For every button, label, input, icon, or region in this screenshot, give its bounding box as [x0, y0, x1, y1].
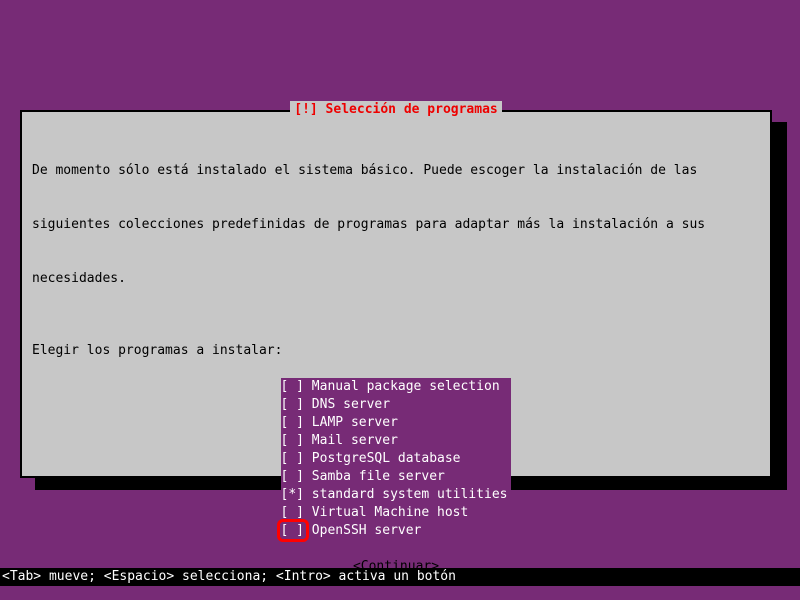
- intro-line: De momento sólo está instalado el sistem…: [32, 162, 760, 180]
- package-item[interactable]: [ ] Virtual Machine host: [281, 504, 512, 522]
- package-list[interactable]: [ ] Manual package selection [ ] DNS ser…: [281, 378, 512, 540]
- intro-line: siguientes colecciones predefinidas de p…: [32, 216, 760, 234]
- package-item[interactable]: [ ] Samba file server: [281, 468, 512, 486]
- dialog-title-wrap: [!] Selección de programas: [22, 101, 770, 119]
- package-list-wrap: [ ] Manual package selection [ ] DNS ser…: [32, 378, 760, 540]
- package-item[interactable]: [ ] PostgreSQL database: [281, 450, 512, 468]
- package-item[interactable]: [*] standard system utilities: [281, 486, 512, 504]
- dialog-title: [!] Selección de programas: [290, 101, 502, 119]
- prompt-text: Elegir los programas a instalar:: [32, 342, 760, 360]
- continue-button[interactable]: <Continuar>: [353, 559, 439, 574]
- package-item[interactable]: [ ] DNS server: [281, 396, 512, 414]
- tasksel-dialog: [!] Selección de programas De momento só…: [20, 110, 772, 478]
- dialog-content: De momento sólo está instalado el sistem…: [22, 112, 770, 576]
- package-item[interactable]: [ ] Mail server: [281, 432, 512, 450]
- package-item[interactable]: [ ] LAMP server: [281, 414, 512, 432]
- intro-line: necesidades.: [32, 270, 760, 288]
- package-item[interactable]: [ ] Manual package selection: [281, 378, 512, 396]
- continue-wrap: <Continuar>: [32, 558, 760, 576]
- package-item[interactable]: [ ] OpenSSH server: [281, 522, 512, 540]
- annotation-highlight: [277, 519, 309, 542]
- intro-text: De momento sólo está instalado el sistem…: [32, 126, 760, 324]
